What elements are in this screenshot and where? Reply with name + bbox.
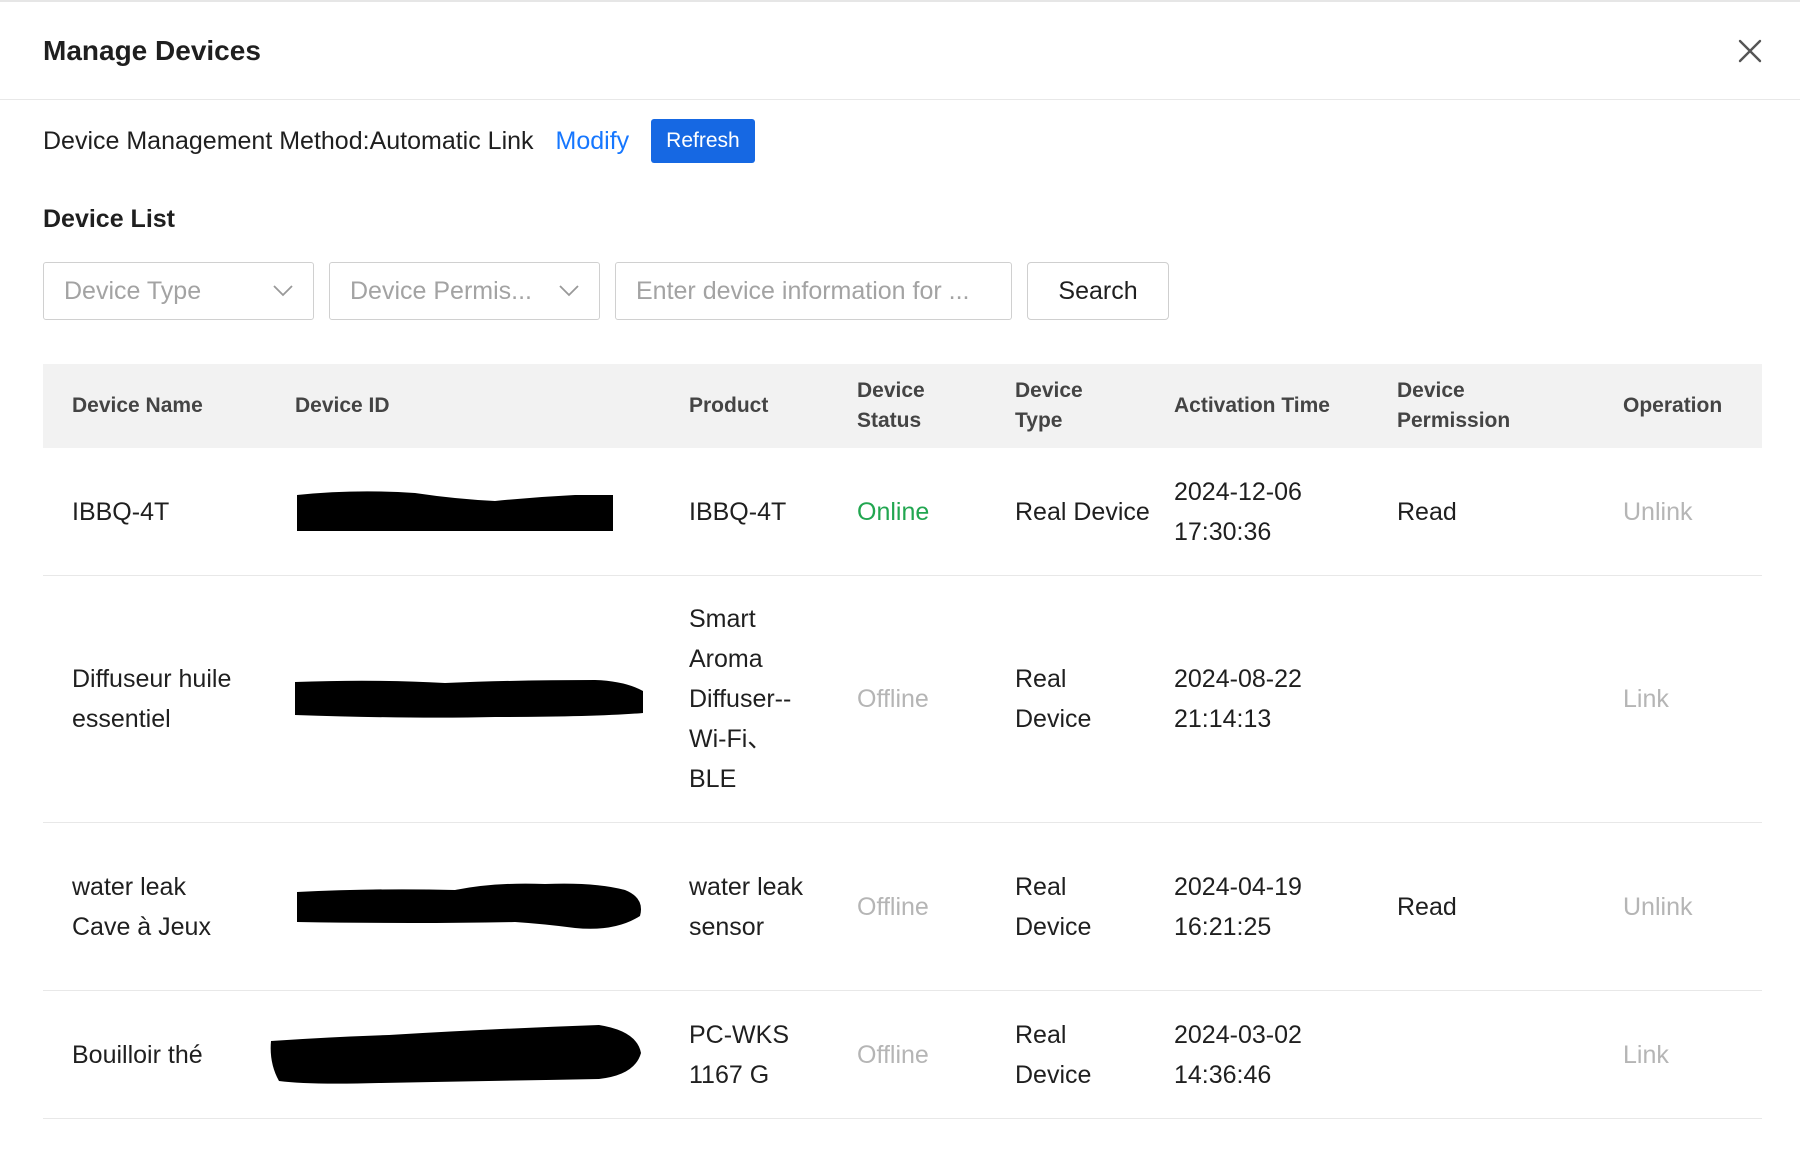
column-header-device-type: Device Type — [1015, 379, 1083, 432]
status-badge: Offline — [857, 892, 929, 921]
column-header-device-id: Device ID — [295, 394, 390, 417]
device-id-redacted — [295, 823, 675, 990]
status-badge: Offline — [857, 685, 929, 713]
activation-time: 2024-12-06 17:30:36 — [1174, 477, 1302, 546]
close-icon — [1738, 39, 1762, 62]
activation-time: 2024-03-02 14:36:46 — [1174, 1020, 1302, 1089]
management-method-row: Device Management Method:Automatic Link … — [0, 119, 1800, 163]
device-search-input[interactable] — [615, 262, 1012, 320]
table-row: IBBQ-4T IBBQ-4T Online Real Device 2024-… — [43, 448, 1762, 576]
device-type: Real Device — [1015, 872, 1092, 941]
device-permission: Read — [1397, 497, 1457, 526]
product-name: water leak sensor — [689, 872, 803, 941]
column-header-device-status: Device Status — [857, 379, 925, 432]
product-name: Smart Aroma Diffuser--Wi-Fi、BLE — [689, 605, 792, 793]
device-type: Real Device — [1015, 497, 1150, 526]
device-id-redacted — [295, 576, 675, 822]
device-name: Bouilloir thé — [72, 1040, 203, 1069]
device-permission-select[interactable]: Device Permis... — [329, 262, 600, 320]
management-method-text: Device Management Method:Automatic Link — [43, 126, 534, 155]
activation-time: 2024-04-19 16:21:25 — [1174, 872, 1302, 941]
device-permission: Read — [1397, 892, 1457, 921]
refresh-button[interactable]: Refresh — [651, 119, 755, 163]
device-table: Device Name Device ID Product Device Sta… — [43, 364, 1762, 1119]
column-header-operation: Operation — [1623, 394, 1723, 417]
chevron-down-icon — [273, 285, 293, 297]
column-header-activation-time: Activation Time — [1174, 394, 1330, 417]
device-type-placeholder: Device Type — [64, 276, 202, 305]
device-type-select[interactable]: Device Type — [43, 262, 314, 320]
modal-header: Manage Devices — [0, 2, 1800, 100]
filter-bar: Device Type Device Permis... Search — [0, 262, 1800, 320]
device-name: water leak Cave à Jeux — [72, 872, 211, 941]
column-header-device-permission: Device Permission — [1397, 379, 1511, 432]
device-type: Real Device — [1015, 1020, 1092, 1089]
search-button[interactable]: Search — [1027, 262, 1169, 320]
table-row: Diffuseur huile essentiel Smart Aroma Di… — [43, 576, 1762, 823]
chevron-down-icon — [559, 285, 579, 297]
close-button[interactable] — [1730, 31, 1770, 71]
column-header-device-name: Device Name — [72, 394, 203, 417]
device-permission — [1397, 576, 1577, 822]
modal-title: Manage Devices — [43, 34, 261, 66]
device-permission-placeholder: Device Permis... — [350, 276, 532, 305]
status-badge: Offline — [857, 1040, 929, 1069]
device-id-redacted — [269, 991, 649, 1118]
activation-time: 2024-08-22 21:14:13 — [1174, 665, 1302, 733]
link-link[interactable]: Link — [1623, 991, 1753, 1118]
device-type: Real Device — [1015, 665, 1092, 733]
link-link[interactable]: Link — [1623, 576, 1753, 822]
unlink-link[interactable]: Unlink — [1623, 448, 1753, 575]
device-name: IBBQ-4T — [72, 497, 170, 526]
table-row: Bouilloir thé PC-WKS 1167 G Offline Real… — [43, 991, 1762, 1119]
column-header-product: Product — [689, 394, 769, 417]
device-list-title: Device List — [43, 205, 176, 233]
modify-link[interactable]: Modify — [556, 127, 630, 156]
device-name: Diffuseur huile essentiel — [72, 665, 232, 733]
unlink-link[interactable]: Unlink — [1623, 823, 1753, 990]
device-id-redacted — [295, 448, 675, 575]
device-permission — [1397, 991, 1577, 1118]
status-badge: Online — [857, 497, 930, 526]
table-header: Device Name Device ID Product Device Sta… — [43, 364, 1762, 448]
manage-devices-modal: Manage Devices Device Management Method:… — [0, 0, 1800, 1161]
product-name: IBBQ-4T — [689, 497, 787, 526]
product-name: PC-WKS 1167 G — [689, 1020, 789, 1089]
table-row: water leak Cave à Jeux water leak sensor… — [43, 823, 1762, 991]
